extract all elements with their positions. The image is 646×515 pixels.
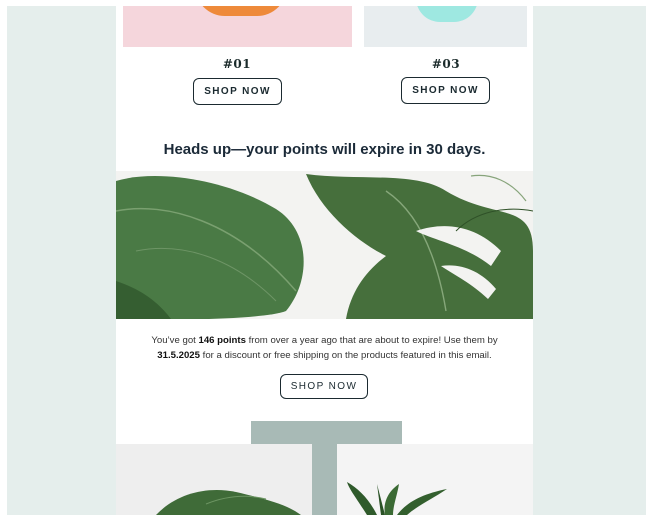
message-text: from over a year ago that are about to e… [245, 335, 498, 346]
monstera-plant-image[interactable] [116, 444, 336, 515]
points-expiry-headline: Heads up—your points will expire in 30 d… [163, 141, 486, 158]
shop-now-button[interactable]: SHOP NOW [280, 374, 368, 399]
shop-now-button[interactable]: SHOP NOW [401, 77, 490, 104]
mint-pot [416, 6, 478, 22]
message-text: for a discount or free shipping on the p… [199, 350, 492, 361]
plant-illustration [156, 490, 301, 515]
product-number: #01 [222, 57, 252, 71]
product-image-orange-pot[interactable] [123, 6, 352, 47]
message-text: You’ve got [151, 335, 199, 346]
monstera-leaves-image [116, 171, 533, 319]
orange-pot [195, 6, 287, 16]
leaf-illustration [116, 171, 533, 319]
decorative-bar [251, 421, 402, 444]
points-amount: 146 points [198, 335, 246, 346]
product-number: #03 [431, 57, 461, 71]
snake-plant-image[interactable] [337, 444, 533, 515]
product-image-mint-pot[interactable] [364, 6, 527, 47]
points-message: You’ve got 146 points from over a year a… [122, 333, 527, 363]
shop-now-button[interactable]: SHOP NOW [193, 78, 282, 105]
decorative-stem [312, 444, 337, 515]
email-body: #01 #03 SHOP NOW SHOP NOW Heads up—your … [116, 6, 533, 515]
expiry-date: 31.5.2025 [157, 350, 200, 361]
